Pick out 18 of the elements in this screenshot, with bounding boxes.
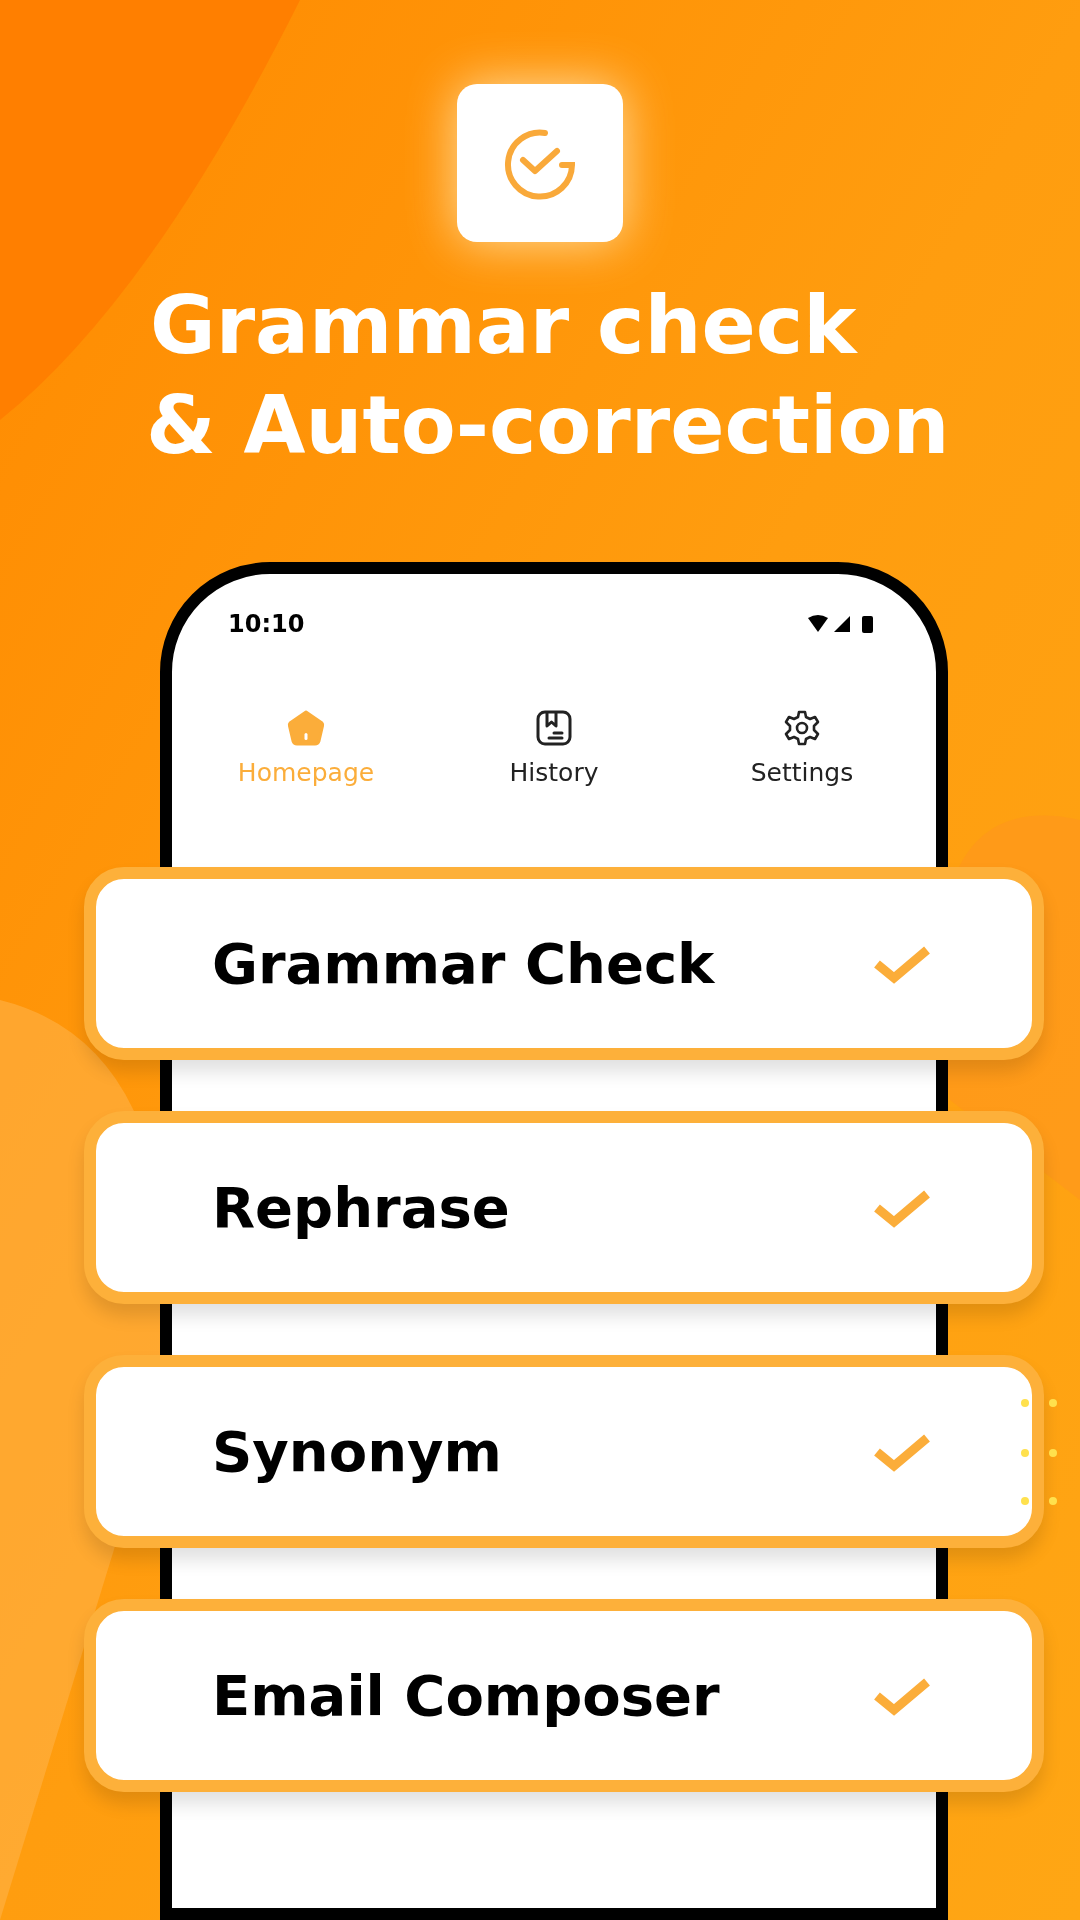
headline: Grammar check	[150, 278, 859, 375]
feature-label: Rephrase	[212, 1175, 510, 1241]
headline: & Auto-correction	[146, 378, 950, 475]
nav-tab[interactable]: Settings	[702, 708, 902, 788]
feature-label: Email Composer	[212, 1663, 720, 1729]
battery-icon	[862, 616, 873, 634]
signal-icon	[834, 616, 850, 633]
feature-card[interactable]: Synonym	[84, 1355, 1044, 1549]
feature-label: Grammar Check	[212, 931, 715, 997]
status-time: 10:10	[228, 610, 305, 639]
feature-card[interactable]: Grammar Check	[84, 867, 1044, 1061]
wifi-icon	[808, 615, 828, 633]
feature-label: Synonym	[212, 1419, 502, 1485]
nav-tab[interactable]: History	[454, 708, 654, 788]
home-icon	[286, 708, 326, 749]
feature-card[interactable]: Rephrase	[84, 1111, 1044, 1305]
bookmark-box-icon	[534, 708, 574, 749]
feature-card[interactable]: Email Composer	[84, 1599, 1044, 1793]
